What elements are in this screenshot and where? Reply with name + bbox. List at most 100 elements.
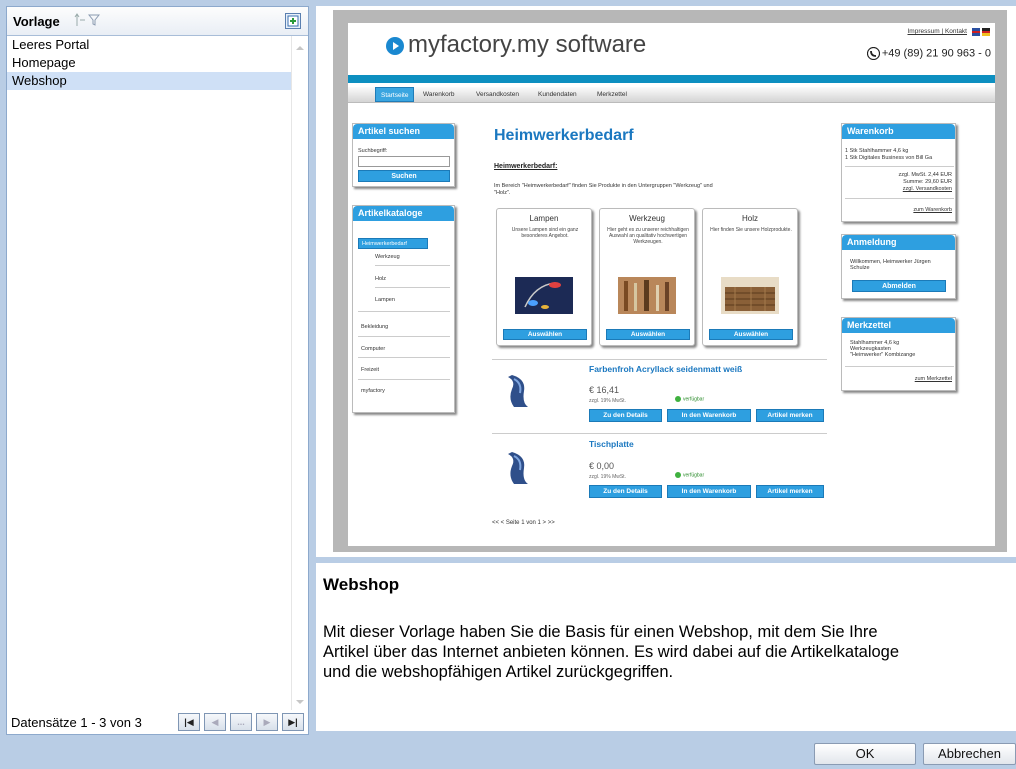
template-list: Leeres Portal Homepage Webshop [7, 36, 292, 90]
cart-sum: Summe: 29,60 EUR [903, 179, 952, 185]
phone-icon [866, 47, 880, 60]
wood-image [721, 277, 779, 314]
catalog-item: Freizeit [361, 367, 380, 373]
list-item-selected[interactable]: Webshop [7, 72, 292, 90]
grid-header: Vorlage [7, 7, 308, 36]
nav-merkzettel: Merkzettel [597, 91, 627, 98]
cart-box-title: Warenkorb [842, 124, 955, 139]
next-page-button[interactable]: ▶ [256, 713, 278, 731]
tools-image [618, 277, 676, 314]
shop-nav: Startseite Warenkorb Versandkosten Kunde… [348, 87, 995, 103]
category-card: Werkzeug Hier geht es zu unserer reichha… [599, 208, 695, 346]
catalog-item: Computer [361, 346, 386, 352]
cart-shipping-link: zzgl. Versandkosten [902, 186, 952, 192]
export-icon[interactable] [285, 13, 301, 29]
memo-text: Stahlhammer 4,6 kg Werkzeugkasten "Heimw… [850, 340, 916, 358]
product-price: € 0,00 [589, 461, 615, 471]
card-desc: Unsere Lampen sind ein ganz besonderes A… [511, 227, 579, 239]
cart-tax: zzgl. MwSt. 2,44 EUR [898, 172, 953, 178]
ok-button[interactable]: OK [814, 743, 916, 765]
vertical-scrollbar[interactable] [291, 36, 308, 712]
logo: myfactory.my software [408, 31, 647, 58]
memo-box-title: Merkzettel [842, 318, 955, 333]
category-intro: Im Bereich "Heimwerkerbedarf" finden Sie… [494, 183, 713, 196]
flags-icon [972, 28, 990, 36]
description-line: Mit dieser Vorlage haben Sie die Basis f… [323, 623, 878, 641]
divider [845, 166, 954, 167]
product-tax: zzgl. 19% MwSt. [589, 474, 626, 480]
divider [358, 311, 450, 312]
catalog-box-title: Artikelkataloge [353, 206, 454, 221]
card-title: Holz [741, 214, 758, 223]
preview-panel: myfactory.my software Impressum | Kontak… [316, 6, 1016, 557]
card-select-button: Auswählen [709, 329, 793, 340]
logout-button: Abmelden [852, 280, 946, 292]
divider [358, 379, 450, 380]
divider [375, 287, 450, 288]
add-to-cart-button: In den Warenkorb [667, 409, 751, 422]
scroll-down-icon[interactable] [296, 698, 304, 706]
sort-icon[interactable] [74, 13, 86, 27]
login-box: Anmeldung Willkommen, Heimwerker Jürgen … [841, 234, 956, 299]
category-heading: Heimwerkerbedarf [494, 127, 634, 144]
category-card: Lampen Unsere Lampen sind ein ganz beson… [496, 208, 592, 346]
divider [492, 359, 827, 360]
lamps-image [515, 277, 573, 314]
template-grid: Vorlage Leeres Portal Homepage Webshop D… [6, 6, 309, 735]
details-button: Zu den Details [589, 409, 662, 422]
cart-box: Warenkorb 1 Stk Stahlhammer 4,6 kg 1 Stk… [841, 123, 956, 222]
search-button: Suchen [358, 170, 450, 182]
filter-icon[interactable] [88, 14, 100, 26]
top-links: Impressum | Kontakt [907, 28, 968, 35]
page-select-button[interactable]: ... [230, 713, 252, 731]
card-desc: Hier geht es zu unserer reichhaltigen Au… [607, 227, 689, 245]
phone-number: +49 (89) 21 90 963 - 0 [866, 47, 991, 60]
cart-link: zum Warenkorb [913, 207, 952, 213]
nav-warenkorb: Warenkorb [423, 91, 455, 98]
list-item[interactable]: Leeres Portal [7, 36, 292, 54]
catalog-sub-item: Lampen [375, 297, 395, 303]
column-header-vorlage[interactable]: Vorlage [13, 14, 60, 29]
login-text: Willkommen, Heimwerker Jürgen Schulze [850, 259, 931, 271]
category-card: Holz Hier finden Sie unsere Holzprodukte… [702, 208, 798, 346]
category-subheading: Heimwerkerbedarf: [494, 163, 558, 170]
login-box-title: Anmeldung [842, 235, 955, 250]
cart-line: 1 Stk Stahlhammer 4,6 kg [845, 148, 909, 154]
catalog-active: Heimwerkerbedarf [358, 238, 428, 249]
memo-link: zum Merkzettel [914, 376, 952, 382]
grid-footer: Datensätze 1 - 3 von 3 |◀ ◀ ... ▶ ▶| [7, 710, 308, 734]
divider [358, 357, 450, 358]
divider [358, 336, 450, 337]
catalog-sub-item: Holz [375, 276, 387, 282]
record-count: Datensätze 1 - 3 von 3 [11, 715, 142, 730]
description-panel: Webshop Mit dieser Vorlage haben Sie die… [316, 563, 1016, 731]
scroll-up-icon[interactable] [296, 44, 304, 52]
remember-button: Artikel merken [756, 409, 824, 422]
last-page-button[interactable]: ▶| [282, 713, 304, 731]
catalog-item: Bekleidung [361, 324, 389, 330]
logo-play-icon [386, 37, 404, 55]
search-box-title: Artikel suchen [353, 124, 454, 139]
details-button: Zu den Details [589, 485, 662, 498]
pager: |◀ ◀ ... ▶ ▶| [178, 713, 304, 731]
product-tax: zzgl. 19% MwSt. [589, 398, 626, 404]
memo-box: Merkzettel Stahlhammer 4,6 kg Werkzeugka… [841, 317, 956, 391]
list-item[interactable]: Homepage [7, 54, 292, 72]
header-bar [348, 75, 995, 83]
webshop-preview: myfactory.my software Impressum | Kontak… [348, 23, 995, 546]
first-page-button[interactable]: |◀ [178, 713, 200, 731]
cancel-button[interactable]: Abbrechen [923, 743, 1016, 765]
product-price: € 16,41 [589, 385, 620, 395]
availability-icon [675, 472, 681, 478]
card-title: Werkzeug [629, 214, 665, 223]
divider [375, 265, 450, 266]
search-label: Suchbegriff: [358, 148, 388, 154]
search-box: Artikel suchen Suchbegriff: Suchen [352, 123, 455, 187]
description-line: und die webshopfähigen Artikel zurückgeg… [323, 663, 674, 681]
nav-versandkosten: Versandkosten [476, 91, 520, 98]
prev-page-button[interactable]: ◀ [204, 713, 226, 731]
description-line: Artikel über das Internet anbieten könne… [323, 643, 900, 661]
cart-line: 1 Stk Digitales Business von Bill Ga [845, 155, 933, 161]
availability-icon [675, 396, 681, 402]
preview-image: myfactory.my software Impressum | Kontak… [333, 10, 1007, 552]
